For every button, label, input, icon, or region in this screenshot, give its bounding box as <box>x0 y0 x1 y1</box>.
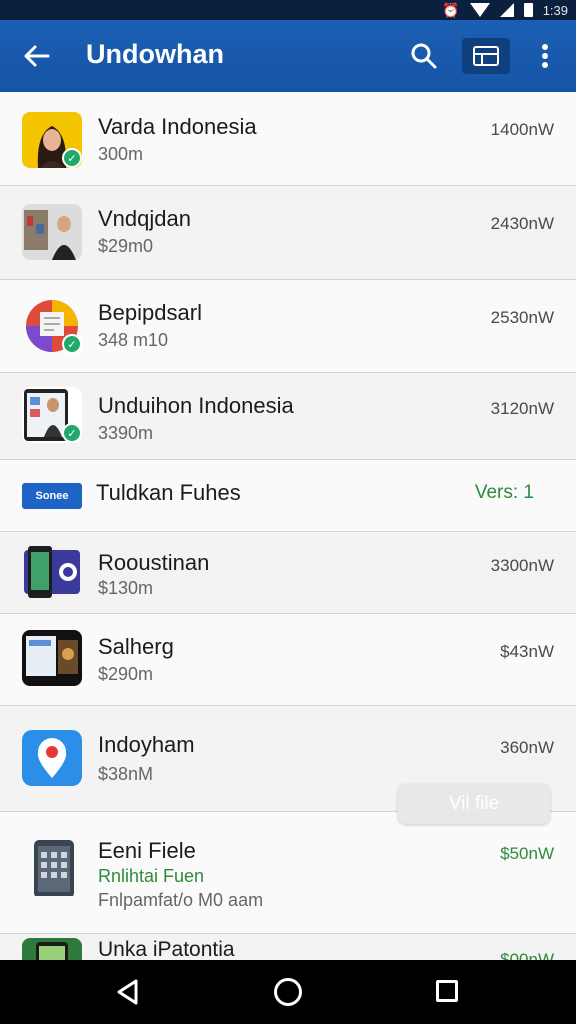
app-icon <box>22 730 82 786</box>
list-item[interactable]: Sonee Tuldkan Fuhes Vers: 1 <box>0 460 576 532</box>
item-title: Bepipdsarl <box>98 300 202 325</box>
app-icon <box>22 544 82 600</box>
list-item[interactable]: ✓ Unduihon Indonesia 3390m 3120nW <box>0 373 576 460</box>
nav-home-icon[interactable] <box>274 978 302 1006</box>
item-size: $50nW <box>500 844 554 863</box>
search-icon <box>411 43 437 69</box>
item-title: Vndqjdan <box>98 206 191 231</box>
filter-button[interactable] <box>462 38 510 74</box>
list-item[interactable]: Rooustinan $130m 3300nW <box>0 532 576 614</box>
list-item[interactable]: ✓ Varda Indonesia 300m 1400nW <box>0 92 576 186</box>
wifi-icon <box>469 3 490 17</box>
item-version: Vers: 1 <box>474 482 534 503</box>
camera-app-icon <box>24 546 80 598</box>
item-title: Unka iPatontia <box>98 938 235 960</box>
map-pin-icon <box>37 738 67 778</box>
item-title: Salherg <box>98 634 174 659</box>
more-vert-icon <box>542 44 548 68</box>
app-list: ✓ Varda Indonesia 300m 1400nW Vndqjdan $… <box>0 92 576 960</box>
back-button[interactable] <box>18 38 54 74</box>
video-tablet-icon <box>26 636 78 676</box>
item-subtitle: $38nM <box>98 764 154 784</box>
item-subtitle: 300m <box>98 144 144 164</box>
item-size: 1400nW <box>490 120 554 139</box>
alarm-icon: ⏰ <box>442 1 460 18</box>
status-icons: ⏰ 1:39 <box>442 1 568 19</box>
chip-label: Vil file <box>448 793 500 814</box>
item-size: 3120nW <box>490 399 554 418</box>
signal-icon <box>499 3 514 17</box>
list-item[interactable]: Salherg $290m $43nW <box>0 614 576 706</box>
brand-logo-text: Sonee <box>35 490 69 502</box>
news-thumbnail-icon <box>24 210 76 260</box>
item-size: $43nW <box>500 642 554 661</box>
verified-badge-icon: ✓ <box>62 148 82 168</box>
app-icon: ✓ <box>22 298 82 354</box>
app-icon <box>22 938 82 960</box>
item-title: Eeni Fiele <box>98 838 196 863</box>
item-title: Varda Indonesia <box>98 114 257 139</box>
verified-badge-icon: ✓ <box>62 423 82 443</box>
item-size: $00nW <box>500 950 554 960</box>
item-subtitle: $290m <box>98 664 154 684</box>
calculator-phone-icon <box>34 840 74 896</box>
list-item[interactable]: Eeni Fiele Rnlihtai Fuen Fnlpamfat/o M0 … <box>0 812 576 934</box>
list-view-icon <box>473 46 499 66</box>
system-nav-bar <box>0 960 576 1024</box>
item-subtitle: 3390m <box>98 423 154 443</box>
nav-recents-icon[interactable] <box>436 980 458 1002</box>
app-icon <box>22 204 82 260</box>
battery-icon <box>523 3 533 17</box>
verified-badge-icon: ✓ <box>62 334 82 354</box>
view-file-chip[interactable]: Vil file <box>398 784 550 824</box>
item-subtitle: $29m0 <box>98 236 154 256</box>
arrow-back-icon <box>24 45 50 67</box>
app-icon: ✓ <box>22 112 82 168</box>
brand-logo-icon: Sonee <box>22 483 82 509</box>
item-size: 360nW <box>500 738 554 757</box>
status-bar: ⏰ 1:39 <box>0 0 576 20</box>
item-subtitle: Rnlihtai Fuen <box>98 866 205 886</box>
app-icon <box>22 840 82 896</box>
status-time: 1:39 <box>542 2 568 18</box>
list-item[interactable]: Unka iPatontia $00nW <box>0 934 576 960</box>
app-icon <box>22 630 82 686</box>
nav-back-icon[interactable] <box>114 978 142 1006</box>
app-icon: ✓ <box>22 387 82 443</box>
page-title: Undowhan <box>86 39 224 69</box>
app-bar: Undowhan <box>0 20 576 92</box>
item-description: Fnlpamfat/o M0 aam <box>98 890 264 910</box>
item-size: 2430nW <box>490 214 554 233</box>
list-item[interactable]: ✓ Bepipdsarl 348 m10 2530nW <box>0 280 576 373</box>
more-options-button[interactable] <box>530 38 560 74</box>
item-title: Rooustinan <box>98 550 210 575</box>
item-subtitle: 348 m10 <box>98 330 169 350</box>
item-title: Indoyham <box>98 732 195 757</box>
list-item[interactable]: Vndqjdan $29m0 2430nW <box>0 186 576 280</box>
item-size: 3300nW <box>490 556 554 575</box>
phone-app-icon <box>36 942 68 960</box>
item-subtitle: $130m <box>98 578 154 598</box>
item-title: Tuldkan Fuhes <box>96 480 241 505</box>
search-button[interactable] <box>404 38 444 74</box>
item-size: 2530nW <box>490 308 554 327</box>
item-title: Unduihon Indonesia <box>98 393 294 418</box>
